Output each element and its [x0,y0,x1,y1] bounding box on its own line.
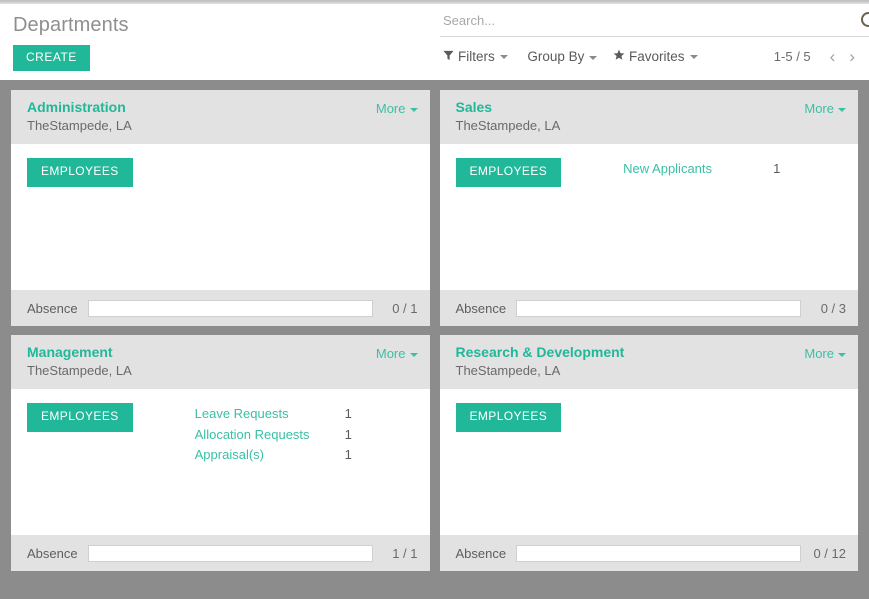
favorites-label: Favorites [629,48,685,64]
stat-value: 1 [344,406,352,422]
card-title[interactable]: Research & Development [456,344,847,362]
card-more-dropdown[interactable]: More [804,101,846,116]
create-button[interactable]: CREATE [13,45,90,72]
chevron-down-icon [499,55,508,60]
card-subtitle: TheStampede, LA [455,117,561,133]
group-by-menu[interactable]: Group By [523,49,598,65]
absence-progress-bar[interactable] [516,299,801,317]
card-header: Management TheStampede, LA More [11,335,430,390]
absence-progress-bar[interactable] [87,299,373,317]
chevron-down-icon [409,352,418,357]
card-header: Research & Development TheStampede, LA M… [439,335,858,390]
card-body: EMPLOYEES Leave Requests 1 Allocation Re… [11,389,430,535]
control-panel-right: Filters Group By Favorites 1-5 / [440,4,869,80]
favorites-menu[interactable]: Favorites [613,49,698,65]
absence-label: Absence [455,300,507,316]
card-footer: Absence 0 / 3 [439,290,858,326]
chevron-down-icon [589,55,598,60]
card-header: Sales TheStampede, LA More [439,90,858,145]
employees-button[interactable]: EMPLOYEES [27,403,133,432]
card-stats [195,158,414,159]
chevron-down-icon [409,107,418,112]
card-title[interactable]: Management [27,344,418,362]
card-body: EMPLOYEES [439,389,858,535]
stat-value: 1 [773,161,781,177]
card-more-label: More [804,346,834,361]
search-input[interactable] [440,4,833,28]
kanban-board: Administration TheStampede, LA More EMPL… [0,80,869,599]
filters-label: Filters [458,48,495,64]
chevron-down-icon [838,107,846,112]
card-footer: Absence 0 / 12 [439,535,858,571]
absence-label: Absence [455,545,507,561]
card-more-dropdown[interactable]: More [376,346,418,361]
pager-next-button[interactable]: › [842,48,862,65]
absence-ratio: 0 / 12 [813,545,846,561]
stat-label[interactable]: New Applicants [623,159,773,179]
card-stats [623,403,842,404]
group-by-label: Group By [527,49,585,65]
stat-row: Allocation Requests 1 [195,425,414,445]
kanban-card[interactable]: Sales TheStampede, LA More EMPLOYEES New… [439,90,858,326]
absence-label: Absence [27,545,78,561]
card-subtitle: TheStampede, LA [455,362,561,378]
pager-previous-button[interactable]: ‹ [823,48,843,65]
absence-progress-bar[interactable] [516,544,801,562]
stat-row: Leave Requests 1 [195,404,414,424]
kanban-card[interactable]: Research & Development TheStampede, LA M… [439,335,858,571]
filter-row: Filters Group By Favorites 1-5 / 5 ‹ › [440,37,869,80]
control-panel: Departments CREATE Filters [0,4,869,80]
employees-button[interactable]: EMPLOYEES [455,158,562,187]
chevron-down-icon [689,55,698,60]
card-more-dropdown[interactable]: More [804,346,846,361]
card-title[interactable]: Sales [456,99,847,117]
employees-button[interactable]: EMPLOYEES [27,158,133,187]
employees-button[interactable]: EMPLOYEES [455,403,562,432]
kanban-card[interactable]: Management TheStampede, LA More EMPLOYEE… [11,335,430,571]
absence-ratio: 0 / 3 [820,300,846,316]
card-subtitle: TheStampede, LA [27,362,132,378]
card-more-dropdown[interactable]: More [376,101,418,116]
card-subtitle: TheStampede, LA [27,117,132,133]
stat-row: Appraisal(s) 1 [195,445,414,465]
kanban-card[interactable]: Administration TheStampede, LA More EMPL… [11,90,430,326]
card-stats: Leave Requests 1 Allocation Requests 1 A… [195,403,414,464]
absence-progress-bar[interactable] [87,544,373,562]
stat-label[interactable]: Leave Requests [195,404,345,424]
card-header: Administration TheStampede, LA More [11,90,430,145]
stat-row: New Applicants 1 [623,159,842,179]
card-body: EMPLOYEES New Applicants 1 [439,144,858,290]
control-panel-left: Departments CREATE [13,4,433,72]
page-title: Departments [13,14,129,36]
card-more-label: More [375,101,406,116]
chevron-down-icon [838,352,846,357]
card-footer: Absence 1 / 1 [11,535,430,571]
card-stats: New Applicants 1 [623,158,842,179]
absence-ratio: 0 / 1 [392,300,418,316]
search-icon[interactable] [861,12,869,27]
search-row [440,4,869,37]
filter-menus: Filters Group By Favorites [443,48,710,65]
card-more-label: More [375,346,406,361]
star-icon [613,49,625,64]
funnel-icon [443,49,454,64]
stat-value: 1 [344,446,352,462]
stat-value: 1 [344,426,352,442]
filters-menu[interactable]: Filters [443,49,508,65]
pager: 1-5 / 5 ‹ › [774,48,862,65]
card-more-label: More [804,101,834,116]
absence-label: Absence [27,300,78,316]
pager-range: 1-5 / 5 [773,49,811,65]
card-footer: Absence 0 / 1 [11,290,430,326]
stat-label[interactable]: Appraisal(s) [195,445,345,465]
stat-label[interactable]: Allocation Requests [195,425,345,445]
absence-ratio: 1 / 1 [392,545,418,561]
card-title[interactable]: Administration [27,99,418,117]
card-body: EMPLOYEES [11,144,430,290]
